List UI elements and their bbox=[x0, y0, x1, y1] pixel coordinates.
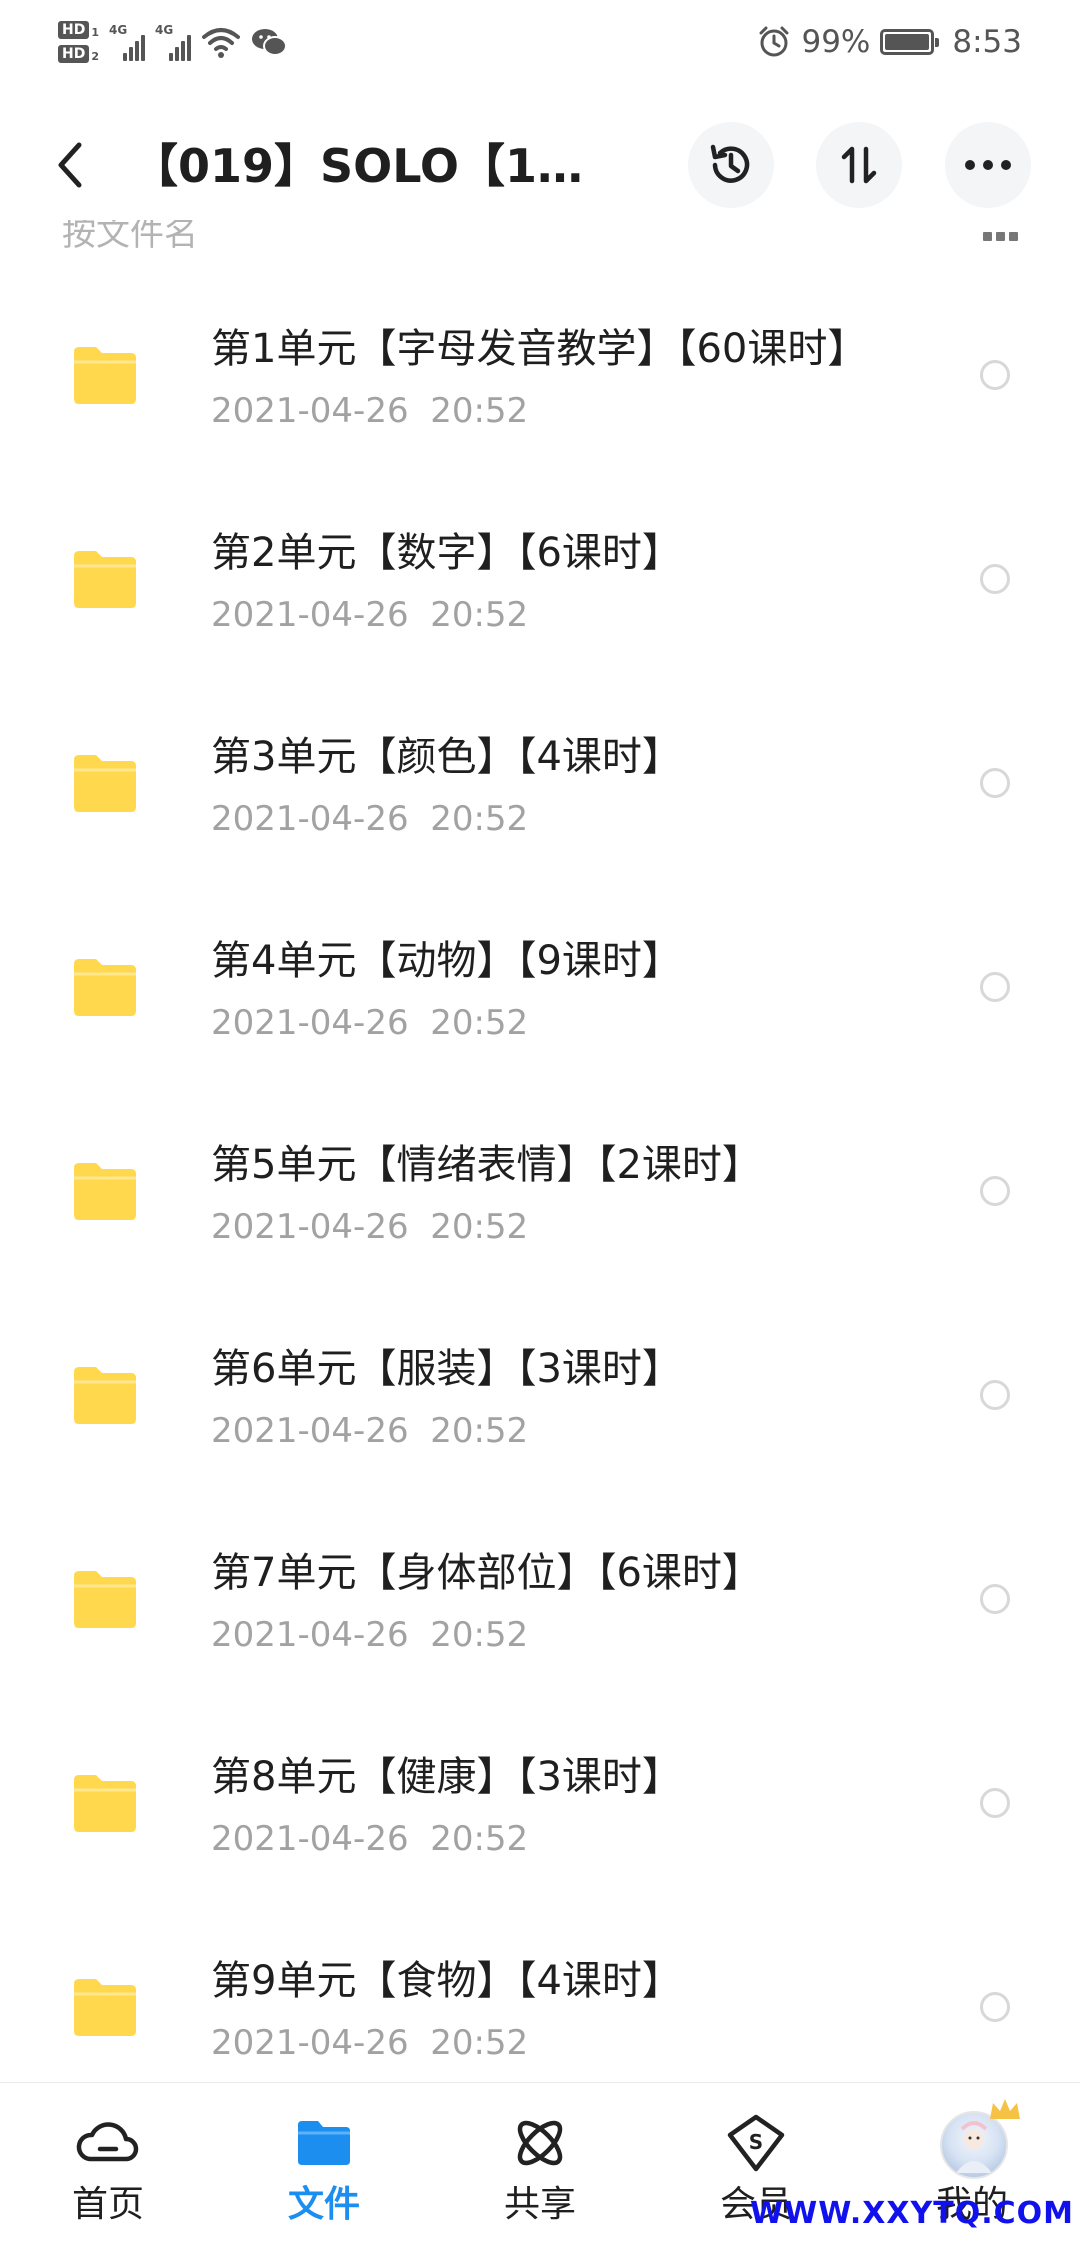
file-row[interactable]: 第4单元【动物】【9课时】 2021-04-26 20:52 bbox=[0, 876, 1080, 1080]
folder-icon bbox=[74, 347, 136, 404]
file-name: 第1单元【字母发音教学】【60课时】 bbox=[211, 326, 868, 372]
folder-icon bbox=[74, 1979, 136, 2036]
select-checkbox[interactable] bbox=[980, 972, 1010, 1002]
folder-icon bbox=[74, 1367, 136, 1424]
file-date: 2021-04-26 20:52 bbox=[211, 1003, 529, 1043]
select-checkbox[interactable] bbox=[980, 1788, 1010, 1818]
file-name: 第2单元【数字】【6课时】 bbox=[211, 530, 682, 576]
file-date: 2021-04-26 20:52 bbox=[211, 799, 529, 839]
select-checkbox[interactable] bbox=[980, 1380, 1010, 1410]
watermark: WWW.XXYTQ.COM bbox=[750, 2196, 1074, 2231]
home-cloud-icon bbox=[76, 2122, 139, 2162]
file-row[interactable]: 第8单元【健康】【3课时】 2021-04-26 20:52 bbox=[0, 1692, 1080, 1896]
select-checkbox[interactable] bbox=[980, 768, 1010, 798]
signal-icon: 4G bbox=[155, 23, 191, 61]
wechat-icon bbox=[252, 29, 287, 56]
file-date: 2021-04-26 20:52 bbox=[211, 595, 529, 635]
signal-icon: 4G bbox=[109, 23, 145, 61]
status-bar: HD 1 HD 2 4G 4G 99% 8:53 bbox=[0, 0, 1080, 90]
folder-icon bbox=[74, 1775, 136, 1832]
sort-icon bbox=[841, 146, 877, 184]
chevron-left-icon bbox=[58, 142, 82, 188]
clock: 8:53 bbox=[952, 24, 1022, 60]
file-date: 2021-04-26 20:52 bbox=[211, 1411, 529, 1451]
back-button[interactable] bbox=[40, 130, 100, 200]
battery-percent: 99% bbox=[801, 24, 871, 60]
crown-icon bbox=[990, 2099, 1020, 2119]
hd2-indicator: HD 2 bbox=[58, 45, 99, 63]
file-date: 2021-04-26 20:52 bbox=[211, 391, 529, 431]
bottom-nav: 首页 文件 共享 S 会员 我的 WWW.XXYTQ.COM bbox=[0, 2082, 1080, 2245]
sort-button[interactable] bbox=[816, 122, 902, 208]
nav-share-label: 共享 bbox=[503, 2184, 576, 2225]
file-row[interactable]: 第7单元【身体部位】【6课时】 2021-04-26 20:52 bbox=[0, 1488, 1080, 1692]
nav-home[interactable]: 首页 bbox=[0, 2083, 216, 2245]
select-checkbox[interactable] bbox=[980, 564, 1010, 594]
wifi-icon bbox=[202, 28, 240, 58]
select-checkbox[interactable] bbox=[980, 1584, 1010, 1614]
page-title: 【019】SOLO【1-6… bbox=[132, 139, 602, 193]
history-button[interactable] bbox=[688, 122, 774, 208]
hd1-indicator: HD 1 bbox=[58, 21, 99, 39]
file-date: 2021-04-26 20:52 bbox=[211, 1819, 529, 1859]
file-name: 第5单元【情绪表情】【2课时】 bbox=[211, 1142, 762, 1188]
file-row[interactable]: 第6单元【服装】【3课时】 2021-04-26 20:52 bbox=[0, 1284, 1080, 1488]
folder-icon bbox=[74, 551, 136, 608]
nav-files[interactable]: 文件 bbox=[216, 2083, 432, 2245]
file-date: 2021-04-26 20:52 bbox=[211, 1207, 529, 1247]
file-name: 第4单元【动物】【9课时】 bbox=[211, 938, 682, 984]
folder-icon bbox=[74, 959, 136, 1016]
sort-label[interactable]: 按文件名 bbox=[62, 220, 198, 255]
file-date: 2021-04-26 20:52 bbox=[211, 2023, 529, 2063]
status-left: HD 1 HD 2 4G 4G bbox=[58, 12, 287, 72]
vip-diamond-icon: S bbox=[727, 2114, 785, 2172]
svg-text:S: S bbox=[749, 2130, 763, 2154]
battery-icon bbox=[880, 29, 940, 55]
folder-icon bbox=[74, 1571, 136, 1628]
select-checkbox[interactable] bbox=[980, 1176, 1010, 1206]
avatar bbox=[940, 2111, 1008, 2179]
folder-icon bbox=[298, 2121, 350, 2165]
grid-view-icon[interactable] bbox=[983, 232, 1018, 241]
file-name: 第8单元【健康】【3课时】 bbox=[211, 1754, 682, 1800]
file-row[interactable]: 第2单元【数字】【6课时】 2021-04-26 20:52 bbox=[0, 468, 1080, 672]
more-icon bbox=[965, 160, 1011, 170]
file-row[interactable]: 第1单元【字母发音教学】【60课时】 2021-04-26 20:52 bbox=[0, 264, 1080, 468]
nav-share[interactable]: 共享 bbox=[432, 2083, 648, 2245]
select-checkbox[interactable] bbox=[980, 360, 1010, 390]
history-icon bbox=[710, 144, 750, 183]
sort-bar: 按文件名 bbox=[0, 220, 1080, 260]
status-right: 99% 8:53 bbox=[757, 14, 1022, 70]
select-checkbox[interactable] bbox=[980, 1992, 1010, 2022]
share-atom-icon bbox=[517, 2120, 563, 2166]
file-name: 第6单元【服装】【3课时】 bbox=[211, 1346, 682, 1392]
nav-home-label: 首页 bbox=[71, 2184, 144, 2225]
file-list: 第1单元【字母发音教学】【60课时】 2021-04-26 20:52 第2单元【数… bbox=[0, 264, 1080, 2080]
alarm-icon bbox=[759, 26, 789, 57]
file-row[interactable]: 第9单元【食物】【4课时】 2021-04-26 20:52 bbox=[0, 1896, 1080, 2080]
hd-indicators: HD 1 HD 2 bbox=[58, 21, 99, 63]
header: 【019】SOLO【1-6… bbox=[0, 110, 1080, 220]
file-row[interactable]: 第3单元【颜色】【4课时】 2021-04-26 20:52 bbox=[0, 672, 1080, 876]
file-name: 第9单元【食物】【4课时】 bbox=[211, 1958, 682, 2004]
file-row[interactable]: 第5单元【情绪表情】【2课时】 2021-04-26 20:52 bbox=[0, 1080, 1080, 1284]
file-name: 第7单元【身体部位】【6课时】 bbox=[211, 1550, 762, 1596]
folder-icon bbox=[74, 755, 136, 812]
file-name: 第3单元【颜色】【4课时】 bbox=[211, 734, 682, 780]
more-button[interactable] bbox=[945, 122, 1031, 208]
file-date: 2021-04-26 20:52 bbox=[211, 1615, 529, 1655]
nav-files-label: 文件 bbox=[287, 2184, 360, 2225]
folder-icon bbox=[74, 1163, 136, 1220]
